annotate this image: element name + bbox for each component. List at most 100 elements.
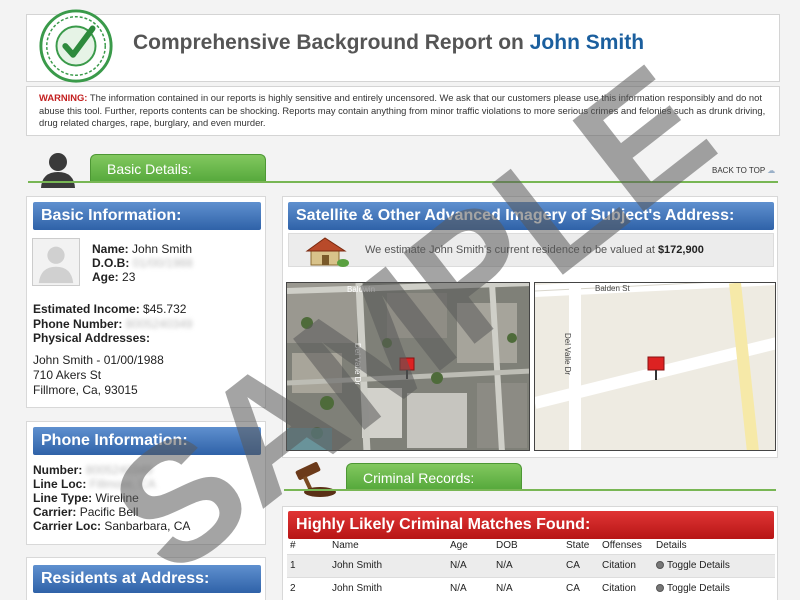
column-header: Name: [332, 540, 359, 552]
criminal-table: # Name Age DOB State Offenses Details 1 …: [287, 538, 775, 600]
phone-row: Phone Number: 8005240349: [33, 317, 192, 332]
address-line-3: Fillmore, Ca, 93015: [33, 383, 138, 397]
estimate-text: We estimate John Smith's current residen…: [365, 244, 658, 256]
estimate-bar: We estimate John Smith's current residen…: [288, 233, 774, 267]
row-state: CA: [563, 553, 599, 577]
carrier-value: Pacific Bell: [79, 505, 139, 519]
tab-criminal-records[interactable]: Criminal Records:: [346, 463, 522, 490]
column-header: Offenses: [602, 540, 642, 552]
carrier-label: Carrier:: [33, 505, 77, 519]
tab-basic-details[interactable]: Basic Details:: [90, 154, 266, 182]
age-row: Age: 23: [92, 270, 135, 285]
carrier-loc-value: Sanbarbara, CA: [104, 519, 191, 533]
income-row: Estimated Income: $45.732: [33, 302, 186, 317]
basic-info-panel: Basic Information: Name: John Smith D.O.…: [26, 196, 266, 408]
column-header: #: [290, 540, 296, 552]
row-name: John Smith: [329, 553, 447, 577]
row-dob: N/A: [493, 576, 563, 600]
report-page: Comprehensive Background Report on John …: [0, 0, 800, 600]
table-row: 1 John Smith N/A N/A CA Citation Toggle …: [287, 553, 775, 577]
row-name: John Smith: [329, 576, 447, 600]
row-offense: Citation: [599, 553, 653, 577]
report-header: Comprehensive Background Report on John …: [26, 9, 780, 83]
aerial-marker-icon: [399, 357, 415, 379]
carrier-loc-label: Carrier Loc:: [33, 519, 102, 533]
residents-heading: Residents at Address:: [33, 565, 261, 593]
tab-basic-details-label: Basic Details:: [107, 161, 192, 177]
certified-seal-icon: [39, 9, 113, 83]
gavel-icon: [295, 462, 336, 497]
dob-value: 01/00/1988: [132, 256, 193, 270]
row-dob: N/A: [493, 553, 563, 577]
row-number: 2: [287, 576, 329, 600]
toggle-details-label: Toggle Details: [667, 583, 730, 595]
name-value: John Smith: [132, 242, 193, 256]
phone-info-panel: Phone Information: Number: 8005240349 Li…: [26, 421, 266, 545]
aerial-map[interactable]: Baldwin Del Valle Dr: [286, 282, 530, 451]
aerial-label-baldwin: Baldwin: [347, 285, 375, 294]
back-to-top-label: BACK TO TOP: [712, 166, 766, 175]
phone-value: 8005240349: [125, 317, 193, 331]
toggle-details-button[interactable]: Toggle Details: [653, 576, 775, 600]
addresses-label-text: Physical Addresses:: [33, 331, 150, 345]
line-loc-row: Line Loc: Fillmore, CA: [33, 477, 156, 492]
dob-row: D.O.B: 01/00/1988: [92, 256, 193, 271]
warning-notice: WARNING: The information contained in ou…: [26, 86, 780, 136]
cloud-up-icon: ☁: [767, 166, 776, 175]
line-type-value: Wireline: [95, 491, 139, 505]
table-header-row: # Name Age DOB State Offenses Details: [287, 538, 775, 554]
street-label-delvalle: Del Valle Dr: [563, 333, 572, 375]
house-icon: [305, 237, 349, 267]
warning-label: WARNING:: [39, 92, 88, 103]
income-value: $45.732: [143, 302, 187, 316]
dob-label: D.O.B:: [92, 256, 130, 270]
column-header: State: [566, 540, 590, 552]
phone-label: Phone Number:: [33, 317, 123, 331]
subject-name: John Smith: [529, 31, 645, 54]
row-age: N/A: [447, 576, 493, 600]
residents-panel: Residents at Address:: [26, 557, 266, 600]
expand-dot-icon: [656, 584, 664, 593]
street-marker-icon: [647, 356, 665, 380]
toggle-details-label: Toggle Details: [667, 560, 730, 571]
address-line-2: 710 Akers St: [33, 368, 102, 382]
criminal-heading: Highly Likely Criminal Matches Found:: [288, 511, 774, 539]
column-header: DOB: [496, 540, 518, 552]
section-divider: [28, 181, 778, 183]
avatar-icon: [38, 246, 74, 284]
addresses-label: Physical Addresses:: [33, 331, 150, 346]
aerial-label-delvalle: Del Valle Dr: [353, 343, 362, 385]
carrier-row: Carrier: Pacific Bell: [33, 505, 138, 520]
phone-number-row: Number: 8005240349: [33, 463, 152, 478]
name-row: Name: John Smith: [92, 242, 192, 257]
tab-criminal-records-label: Criminal Records:: [363, 470, 475, 486]
column-header: Details: [656, 540, 687, 552]
address-line-1: John Smith - 01/00/1988: [33, 353, 164, 367]
row-age: N/A: [447, 553, 493, 577]
age-label: Age:: [92, 270, 119, 284]
criminal-section-divider: [284, 489, 776, 491]
back-to-top-link[interactable]: BACK TO TOP ☁: [712, 166, 775, 175]
carrier-loc-row: Carrier Loc: Sanbarbara, CA: [33, 519, 190, 534]
avatar-placeholder: [32, 238, 80, 286]
line-type-label: Line Type:: [33, 491, 93, 505]
name-label: Name:: [92, 242, 129, 256]
phone-info-heading: Phone Information:: [33, 427, 261, 455]
warning-text: The information contained in our reports…: [39, 92, 766, 128]
street-label-baldwin: Balden St: [595, 284, 630, 293]
phone-number-label: Number:: [33, 463, 83, 477]
row-number: 1: [287, 553, 329, 577]
phone-number-value: 8005240349: [85, 463, 153, 477]
line-loc-label: Line Loc:: [33, 477, 87, 491]
age-value: 23: [122, 270, 136, 284]
row-state: CA: [563, 576, 599, 600]
toggle-details-button[interactable]: Toggle Details: [653, 553, 775, 577]
row-offense: Citation: [599, 576, 653, 600]
estimate-row: We estimate John Smith's current residen…: [365, 243, 704, 258]
satellite-heading: Satellite & Other Advanced Imagery of Su…: [288, 202, 774, 230]
street-map[interactable]: Balden St Del Valle Dr: [534, 282, 776, 451]
line-loc-value: Fillmore, CA: [89, 477, 156, 491]
basic-info-heading: Basic Information:: [33, 202, 261, 230]
page-title: Comprehensive Background Report on John …: [133, 31, 644, 55]
title-prefix: Comprehensive Background Report on: [133, 31, 530, 54]
